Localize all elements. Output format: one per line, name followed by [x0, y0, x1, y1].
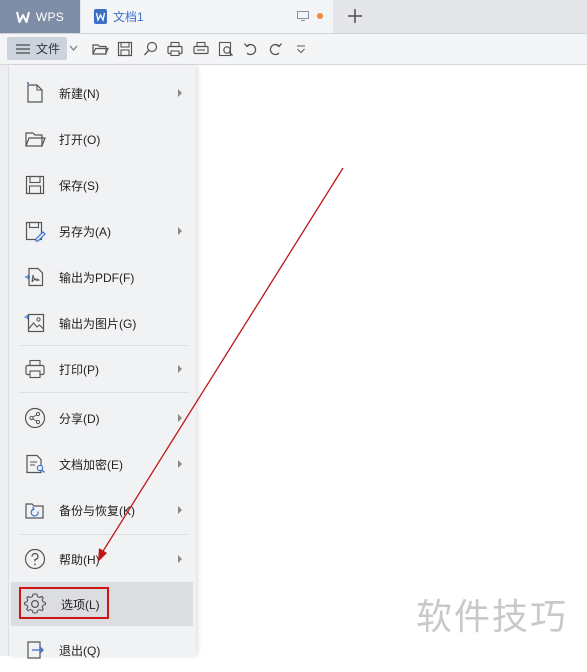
- open-folder-icon: [25, 132, 46, 147]
- submenu-arrow-icon: [178, 89, 182, 97]
- exit-icon: [27, 641, 44, 659]
- menu-item-label: 帮助(H): [59, 553, 100, 567]
- submenu-arrow-icon: [178, 227, 182, 235]
- menu-item-export-image[interactable]: 输出为图片(G): [9, 301, 193, 345]
- file-menu-button[interactable]: 文件: [7, 37, 67, 60]
- submenu-arrow-icon: [178, 414, 182, 422]
- menu-item-new[interactable]: 新建(N): [9, 71, 193, 115]
- menu-item-open[interactable]: 打开(O): [9, 117, 193, 161]
- annotation-highlight-box: [19, 587, 109, 619]
- export-image-icon: [24, 313, 45, 333]
- menu-item-label: 另存为(A): [59, 225, 111, 239]
- chevron-down-icon[interactable]: [69, 45, 78, 52]
- submenu-arrow-icon: [178, 365, 182, 373]
- menu-item-label: 退出(Q): [59, 644, 101, 658]
- tab-document-title: 文档1: [113, 10, 144, 24]
- vertical-ruler: [0, 65, 9, 656]
- menu-item-label: 输出为PDF(F): [59, 271, 135, 285]
- tab-document[interactable]: 文档1: [81, 0, 333, 33]
- menu-item-encrypt[interactable]: 文档加密(E): [9, 442, 193, 486]
- undo-icon[interactable]: [242, 40, 260, 58]
- menu-item-save[interactable]: 保存(S): [9, 163, 193, 207]
- menu-item-label: 新建(N): [59, 87, 100, 101]
- file-menu-dropdown: 新建(N) 打开(O) 保存(S) 另存为(A) 输出为PDF(F) 输出为图片…: [9, 66, 196, 659]
- file-menu-label: 文件: [36, 42, 61, 56]
- new-file-icon: [27, 82, 43, 103]
- menu-item-save-as[interactable]: 另存为(A): [9, 209, 193, 253]
- unsaved-indicator-dot: [317, 13, 323, 19]
- menu-item-exit[interactable]: 退出(Q): [9, 628, 193, 672]
- submenu-arrow-icon: [178, 506, 182, 514]
- menu-item-label: 保存(S): [59, 179, 99, 193]
- menu-item-label: 打印(P): [59, 363, 99, 377]
- share-icon: [24, 407, 46, 429]
- menu-item-export-pdf[interactable]: 输出为PDF(F): [9, 255, 193, 299]
- hamburger-icon: [16, 43, 30, 54]
- export-pdf-icon: [25, 267, 44, 287]
- tab-wps-label: WPS: [35, 9, 65, 24]
- print-icon[interactable]: [166, 40, 184, 58]
- more-icon[interactable]: [292, 40, 310, 58]
- monitor-icon[interactable]: [297, 11, 309, 21]
- print-preview-icon[interactable]: [192, 40, 210, 58]
- wps-logo-icon: [15, 11, 30, 23]
- encrypt-icon: [26, 454, 45, 474]
- submenu-arrow-icon: [178, 555, 182, 563]
- menu-separator: [19, 345, 189, 346]
- menu-item-help[interactable]: 帮助(H): [9, 537, 193, 581]
- backup-icon: [25, 503, 44, 519]
- new-tab-plus-icon[interactable]: [346, 7, 364, 25]
- find-icon[interactable]: [217, 40, 235, 58]
- menu-item-label: 备份与恢复(K): [59, 504, 135, 518]
- save-icon[interactable]: [116, 40, 134, 58]
- print-icon: [25, 359, 45, 379]
- tab-wps-home[interactable]: WPS: [0, 0, 80, 33]
- menu-item-backup[interactable]: 备份与恢复(K): [9, 488, 193, 532]
- writer-doc-icon: [94, 9, 107, 24]
- submenu-arrow-icon: [178, 460, 182, 468]
- menu-item-label: 文档加密(E): [59, 458, 123, 472]
- open-folder-icon[interactable]: [91, 40, 109, 58]
- search-icon[interactable]: [142, 40, 160, 58]
- menu-item-share[interactable]: 分享(D): [9, 396, 193, 440]
- save-icon: [25, 175, 45, 195]
- menu-separator: [19, 534, 189, 535]
- tab-bar: WPS 文档1: [0, 0, 587, 34]
- save-as-icon: [25, 221, 46, 242]
- menu-item-label: 打开(O): [59, 133, 101, 147]
- menu-item-print[interactable]: 打印(P): [9, 347, 193, 391]
- menu-item-label: 分享(D): [59, 412, 100, 426]
- quick-toolbar: 文件: [0, 34, 587, 65]
- help-icon: [24, 548, 46, 570]
- redo-icon[interactable]: [266, 40, 284, 58]
- watermark-text: 软件技巧: [416, 597, 569, 638]
- menu-item-label: 输出为图片(G): [59, 317, 137, 331]
- menu-separator: [19, 392, 189, 393]
